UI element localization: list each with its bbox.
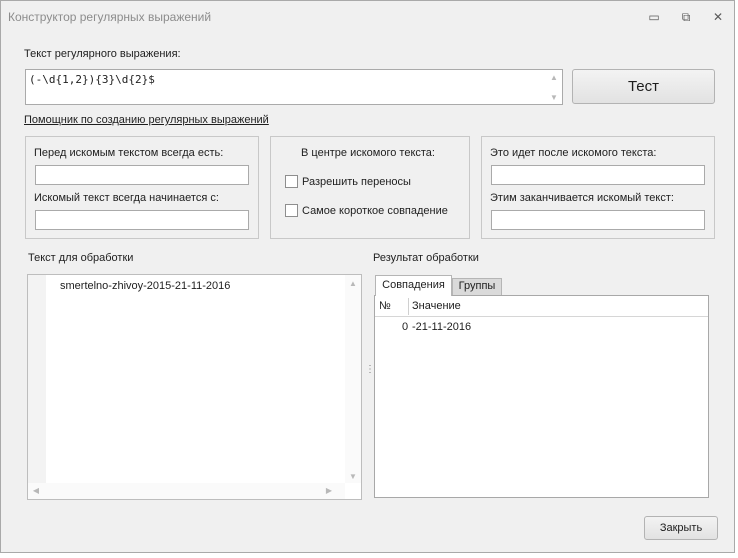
before-always-label: Перед искомым текстом всегда есть:: [34, 147, 224, 159]
scroll-right-icon[interactable]: ▶: [321, 486, 337, 495]
ends-with-input[interactable]: [491, 210, 705, 230]
close-button[interactable]: Закрыть: [644, 516, 718, 540]
input-text-value[interactable]: smertelno-zhivoy-2015-21-11-2016: [60, 280, 230, 292]
after-text-input[interactable]: [491, 165, 705, 185]
column-separator: [408, 298, 409, 315]
tab-matches[interactable]: Совпадения: [375, 275, 452, 296]
scroll-down-icon[interactable]: ▼: [546, 93, 562, 102]
minimize-icon[interactable]: ▭: [646, 9, 662, 25]
regex-value[interactable]: (-\d{1,2}){3}\d{2}$: [29, 73, 155, 86]
input-text-label: Текст для обработки: [28, 252, 134, 264]
shortest-match-label[interactable]: Самое короткое совпадение: [302, 205, 448, 217]
regex-input[interactable]: (-\d{1,2}){3}\d{2}$ ▲ ▼: [25, 69, 563, 105]
table-header: № Значение: [375, 296, 708, 317]
allow-wrap-label[interactable]: Разрешить переносы: [302, 176, 411, 188]
vertical-scrollbar[interactable]: ▲ ▼: [345, 275, 361, 483]
ends-with-label: Этим заканчивается искомый текст:: [490, 192, 674, 204]
allow-wrap-checkbox[interactable]: [285, 175, 298, 188]
scroll-down-icon[interactable]: ▼: [345, 472, 361, 481]
line-gutter: [28, 275, 46, 483]
close-icon[interactable]: ✕: [710, 9, 726, 25]
horizontal-scrollbar[interactable]: ◀ ▶: [28, 483, 345, 499]
tab-groups[interactable]: Группы: [452, 278, 502, 295]
regex-builder-window: Конструктор регулярных выражений ▭ ⧉ ✕ Т…: [0, 0, 735, 553]
regex-scrollbar[interactable]: ▲ ▼: [546, 70, 562, 104]
maximize-icon[interactable]: ⧉: [678, 9, 694, 25]
row-value: -21-11-2016: [412, 321, 472, 333]
title-bar: Конструктор регулярных выражений ▭ ⧉ ✕: [1, 1, 734, 31]
before-always-input[interactable]: [35, 165, 249, 185]
scroll-left-icon[interactable]: ◀: [28, 486, 44, 495]
starts-with-label: Искомый текст всегда начинается с:: [34, 192, 219, 204]
column-value[interactable]: Значение: [412, 300, 461, 312]
after-text-label: Это идет после искомого текста:: [490, 147, 657, 159]
input-text-editor[interactable]: smertelno-zhivoy-2015-21-11-2016 ▲ ▼ ◀ ▶: [27, 274, 362, 500]
shortest-match-checkbox[interactable]: [285, 204, 298, 217]
center-title: В центре искомого текста:: [301, 147, 435, 159]
regex-label: Текст регулярного выражения:: [24, 48, 181, 60]
window-title: Конструктор регулярных выражений: [8, 10, 212, 24]
matches-table: № Значение 0 -21-11-2016: [374, 295, 709, 498]
test-button[interactable]: Тест: [572, 69, 715, 104]
before-text-group: Перед искомым текстом всегда есть: Иском…: [25, 136, 259, 239]
row-number: 0: [402, 321, 409, 333]
starts-with-input[interactable]: [35, 210, 249, 230]
scroll-up-icon[interactable]: ▲: [345, 279, 361, 288]
center-text-group: В центре искомого текста: Разрешить пере…: [270, 136, 470, 239]
result-label: Результат обработки: [373, 252, 479, 264]
after-text-group: Это идет после искомого текста: Этим зак…: [481, 136, 715, 239]
column-number[interactable]: №: [379, 300, 391, 312]
panel-splitter-grip[interactable]: ⋮: [365, 365, 375, 383]
regex-helper-link[interactable]: Помощник по созданию регулярных выражени…: [24, 114, 269, 126]
scroll-up-icon[interactable]: ▲: [546, 73, 562, 82]
